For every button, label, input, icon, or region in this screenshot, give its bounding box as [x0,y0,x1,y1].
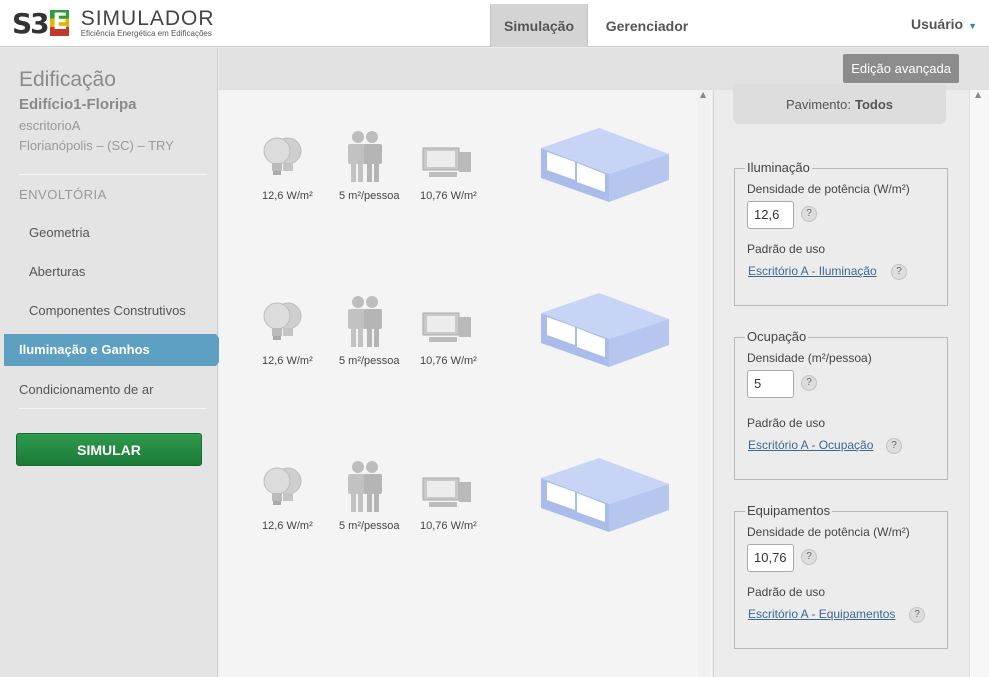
floor-occupancy-value: 5 m²/pessoa [339,355,400,367]
floor-lighting-value: 12,6 W/m² [262,355,313,367]
divider [19,174,207,175]
divider [19,408,207,409]
floor-value: Todos [855,96,894,112]
logo-subtitle: Eficiência Energética em Edificações [80,28,212,38]
occupancy-fieldset: Ocupação Densidade (m²/pessoa) 5 ? Padrã… [734,329,948,480]
floor-lighting-value: 12,6 W/m² [262,520,313,532]
help-icon[interactable]: ? [801,375,817,391]
computer-icon [422,477,471,507]
help-icon[interactable]: ? [801,549,817,565]
lighting-fieldset: Iluminação Densidade de potência (W/m²) … [734,160,948,306]
sidebar-item-condicionamento[interactable]: Condicionamento de ar [19,382,153,397]
equipment-usage-label: Padrão de uso [747,585,826,599]
floor-occupancy-value: 5 m²/pessoa [339,520,400,532]
lightbulb-icon [263,302,302,340]
floor-row[interactable]: 12,6 W/m² 5 m²/pessoa 10,76 W/m² [219,458,699,568]
floor-row[interactable]: 12,6 W/m² 5 m²/pessoa 10,76 W/m² [219,128,699,238]
floor-lighting-value: 12,6 W/m² [262,190,313,202]
floor-occupancy-value: 5 m²/pessoa [339,190,400,202]
s3e-logo[interactable]: S3 E SIMULADOR Eficiência Energética em E… [12,6,215,40]
building-floor-block[interactable] [539,458,671,534]
floors-canvas: 12,6 W/m² 5 m²/pessoa 10,76 W/m² 12,6 W/… [219,90,712,677]
floor-label: Pavimento: [785,96,851,112]
building-type: escritorioA [19,118,81,133]
floor-equipment-value: 10,76 W/m² [420,520,477,532]
equipment-density-label: Densidade de potência (W/m²) [747,525,910,539]
people-icon [348,461,382,512]
chevron-down-icon: ▼ [968,21,977,31]
floor-selector[interactable]: Pavimento: Todos [733,84,946,124]
logo-title: SIMULADOR [80,6,215,30]
floor-row[interactable]: 12,6 W/m² 5 m²/pessoa 10,76 W/m² [219,293,699,403]
user-menu-label: Usuário [910,16,964,32]
computer-icon [422,312,471,342]
lighting-usage-label: Padrão de uso [747,242,826,256]
advanced-edit-button[interactable]: Edição avançada [843,54,959,83]
simulate-button[interactable]: SIMULAR [16,433,202,466]
occupancy-usage-label: Padrão de uso [747,416,826,430]
logo-mark: S3 E [12,7,69,40]
lightbulb-icon [263,467,302,505]
scroll-up-icon[interactable]: ▲ [700,90,706,99]
people-icon [348,296,382,347]
building-floor-block[interactable] [539,128,671,204]
section-envoltoria: ENVOLTÓRIA [19,187,107,202]
equipment-fieldset: Equipamentos Densidade de potência (W/m²… [734,503,948,649]
building-name: Edifício1-Floripa [19,96,137,113]
sidebar-item-geometria[interactable]: Geometria [29,225,90,240]
tab-gerenciador[interactable]: Gerenciador [590,4,704,47]
building-floor-block[interactable] [539,293,671,369]
top-bar: S3 E SIMULADOR Eficiência Energética em E… [0,0,989,47]
equipment-density-input[interactable]: 10,76 [747,544,794,572]
sidebar: Edificação Edifício1-Floripa escritorioA… [0,48,228,677]
lighting-legend: Iluminação [745,160,812,175]
lighting-density-label: Densidade de potência (W/m²) [747,182,910,196]
lighting-density-input[interactable]: 12,6 [747,201,794,229]
sidebar-item-aberturas[interactable]: Aberturas [29,264,85,279]
occupancy-density-input[interactable]: 5 [747,370,794,398]
tab-simulacao[interactable]: Simulação [490,4,588,47]
logo-text: SIMULADOR Eficiência Energética em Edifi… [80,6,215,38]
building-location: Florianópolis – (SC) – TRY [19,138,174,153]
computer-icon [422,147,471,177]
help-icon[interactable]: ? [891,264,907,280]
sidebar-title: Edificação [19,68,116,91]
help-icon[interactable]: ? [801,206,817,222]
user-menu[interactable]: Usuário ▼ [911,16,977,32]
sidebar-item-componentes[interactable]: Componentes Construtivos [29,303,186,318]
floor-equipment-value: 10,76 W/m² [420,355,477,367]
sidebar-item-iluminacao-ganhos[interactable]: Iluminação e Ganhos [4,334,228,366]
help-icon[interactable]: ? [909,607,925,623]
help-icon[interactable]: ? [886,438,902,454]
lighting-usage-link[interactable]: Escritório A - Iluminação [748,264,877,278]
occupancy-usage-link[interactable]: Escritório A - Ocupação [748,438,873,452]
scroll-up-icon[interactable]: ▲ [975,90,981,99]
equipment-usage-link[interactable]: Escritório A - Equipamentos [748,607,895,621]
occupancy-legend: Ocupação [745,329,809,344]
floor-equipment-value: 10,76 W/m² [420,190,477,202]
lightbulb-icon [263,137,302,175]
occupancy-density-label: Densidade (m²/pessoa) [747,351,872,365]
people-icon [348,131,382,182]
panel-scrollbar[interactable]: ▲ [969,90,989,677]
equipment-legend: Equipamentos [745,503,833,518]
canvas-scrollbar[interactable]: ▲ [698,90,710,677]
